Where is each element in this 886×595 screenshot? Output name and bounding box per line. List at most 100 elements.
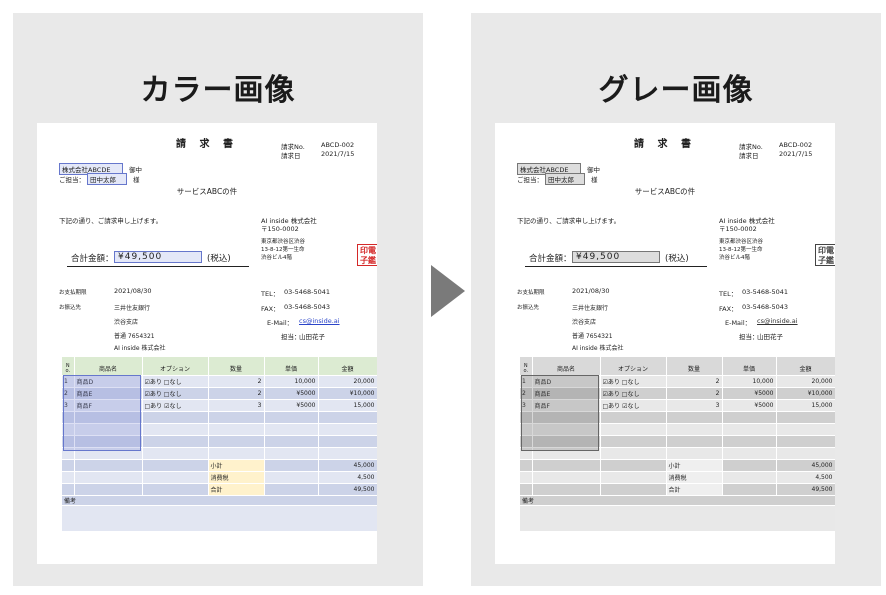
remarks-body-row [62, 505, 377, 532]
header-price: 単価 [722, 357, 777, 376]
row-amount: ¥10,000 [318, 387, 377, 400]
color-image-panel: カラー画像 請 求 書 請求No. ABCD-002 請求日 2021/7/15… [13, 13, 423, 586]
row-amount: 15,000 [776, 399, 835, 412]
grand-total-row: 合計 49,500 [62, 483, 377, 496]
staff-value: 山田花子 [757, 333, 783, 341]
bank-holder: AI inside 株式会社 [572, 345, 624, 352]
invoice-date-label: 請求日 [739, 152, 759, 160]
fax-value: 03-5468-5043 [284, 303, 331, 311]
row-amount: 20,000 [318, 375, 377, 388]
arrow-right-icon [431, 265, 465, 317]
bank-branch: 渋谷支店 [114, 319, 139, 326]
fax-label: FAX： [719, 305, 738, 313]
issuer-addr-1: 東京都渋谷区渋谷 [719, 239, 764, 245]
header-qty: 数量 [666, 357, 723, 376]
row-qty: 2 [666, 387, 723, 400]
invoice-date-value: 2021/7/15 [321, 150, 355, 158]
row-option: □あり ☑なし [600, 399, 667, 412]
row-price: ¥5000 [264, 387, 319, 400]
issuer-addr-3: 渋谷ビル4階 [719, 255, 750, 261]
contact-honorific: 様 [591, 176, 598, 184]
staff-label: 担当： [281, 333, 301, 341]
total-underline [525, 266, 707, 267]
tel-value: 03-5468-5041 [742, 288, 789, 296]
header-option: オプション [142, 357, 209, 376]
tel-value: 03-5468-5041 [284, 288, 331, 296]
subtotal-label: 小計 [208, 459, 265, 472]
fax-value: 03-5468-5043 [742, 303, 789, 311]
bank-account: 普通 7654321 [572, 333, 613, 340]
header-amount: 金額 [776, 357, 835, 376]
recipient-honorific: 御中 [129, 166, 142, 174]
total-label: 合計金額： [71, 254, 114, 264]
bank-label: お振込先 [517, 305, 540, 311]
bank-name: 三井住友銀行 [114, 305, 151, 312]
invoice-no-value: ABCD-002 [779, 141, 813, 149]
email-label: E-Mail： [267, 319, 294, 327]
row-price: ¥5000 [722, 399, 777, 412]
invoice-no-value: ABCD-002 [321, 141, 355, 149]
invoice-date-value: 2021/7/15 [779, 150, 813, 158]
table-header-row: N o. 商品名 オプション 数量 単価 金額 [62, 357, 377, 376]
contact-label: ご担当： [517, 176, 543, 184]
tax-value: 4,500 [776, 471, 835, 484]
total-tax-note: (税込) [665, 254, 689, 264]
total-amount-field: ¥49,500 [114, 251, 202, 263]
remarks-header-row: 備考 [520, 495, 835, 506]
recipient-honorific: 御中 [587, 166, 600, 174]
grand-total-value: 49,500 [776, 483, 835, 496]
remarks-label: 備考 [520, 495, 835, 506]
tax-row: 消費税 4,500 [62, 471, 377, 484]
row-qty: 3 [208, 399, 265, 412]
due-value: 2021/08/30 [572, 287, 610, 295]
staff-label: 担当： [739, 333, 759, 341]
contact-honorific: 様 [133, 176, 140, 184]
issuer-addr-2: 13-8-12第一生命 [719, 247, 763, 253]
total-amount-field: ¥49,500 [572, 251, 660, 263]
tax-label: 消費税 [666, 471, 723, 484]
contact-name-field: 田中太郎 [545, 173, 585, 185]
bank-label: お振込先 [59, 305, 82, 311]
fax-label: FAX： [261, 305, 280, 313]
email-label: E-Mail： [725, 319, 752, 327]
product-column-selection [63, 375, 141, 451]
invoice-intro: 下記の通り、ご請求申し上げます。 [517, 217, 621, 225]
row-option: ☑あり □なし [600, 387, 667, 400]
total-underline [67, 266, 249, 267]
email-link[interactable]: cs@inside.ai [757, 317, 798, 325]
header-product: 商品名 [532, 357, 601, 376]
tax-value: 4,500 [318, 471, 377, 484]
invoice-intro: 下記の通り、ご請求申し上げます。 [59, 217, 163, 225]
row-qty: 2 [208, 375, 265, 388]
tax-row: 消費税 4,500 [520, 471, 835, 484]
bank-name: 三井住友銀行 [572, 305, 609, 312]
header-amount: 金額 [318, 357, 377, 376]
email-link[interactable]: cs@inside.ai [299, 317, 340, 325]
invoice-date-label: 請求日 [281, 152, 301, 160]
product-column-selection [521, 375, 599, 451]
issuer-zip: 〒150-0002 [719, 225, 757, 233]
row-qty: 2 [208, 387, 265, 400]
invoice-document-gray: 請 求 書 請求No. ABCD-002 請求日 2021/7/15 株式会社A… [495, 123, 835, 564]
company-seal-stamp: 印電子鑑 [815, 244, 835, 266]
tel-label: TEL： [719, 290, 738, 298]
subtotal-label: 小計 [666, 459, 723, 472]
gray-image-panel: グレー画像 請 求 書 請求No. ABCD-002 請求日 2021/7/15… [471, 13, 881, 586]
row-amount: ¥10,000 [776, 387, 835, 400]
row-qty: 2 [666, 375, 723, 388]
grand-total-label: 合計 [666, 483, 723, 496]
remarks-label: 備考 [62, 495, 377, 506]
invoice-subject: サービスABCの件 [176, 187, 238, 196]
total-tax-note: (税込) [207, 254, 231, 264]
bank-account: 普通 7654321 [114, 333, 155, 340]
bank-branch: 渋谷支店 [572, 319, 597, 326]
header-no: N o. [520, 357, 533, 376]
tax-label: 消費税 [208, 471, 265, 484]
gray-panel-title: グレー画像 [598, 73, 754, 108]
row-amount: 15,000 [318, 399, 377, 412]
header-no: N o. [62, 357, 75, 376]
grand-total-value: 49,500 [318, 483, 377, 496]
row-option: □あり ☑なし [142, 399, 209, 412]
total-label: 合計金額： [529, 254, 572, 264]
row-price: 10,000 [264, 375, 319, 388]
